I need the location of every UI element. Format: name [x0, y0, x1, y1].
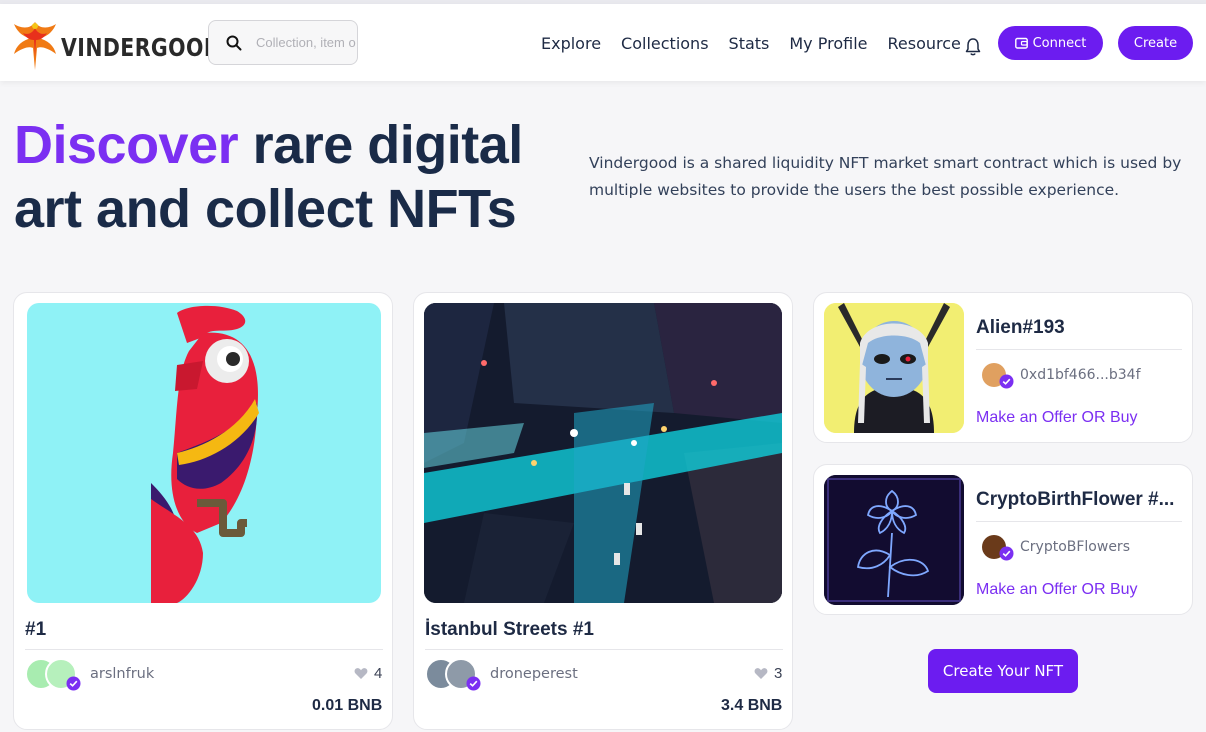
nft-image-istanbul-streets[interactable] [424, 303, 782, 603]
nft-price: 3.4 BNB [721, 697, 783, 714]
main-nav: Explore Collections Stats My Profile Res… [541, 34, 981, 53]
nav-stats[interactable]: Stats [729, 34, 770, 53]
parrot-artwork [151, 305, 259, 603]
likes-count[interactable]: 3 [754, 665, 782, 682]
featured-nft-card[interactable]: Alien#193 0xd1bf466...b34f Make an Offer… [813, 292, 1193, 443]
verified-badge-icon [466, 676, 481, 691]
likes-value: 3 [774, 665, 783, 682]
create-your-nft-button[interactable]: Create Your NFT [928, 649, 1078, 693]
connect-label: Connect [1032, 35, 1087, 51]
bell-icon[interactable] [964, 37, 982, 57]
wallet-icon [1014, 37, 1028, 49]
alien-artwork [824, 303, 964, 433]
card-divider [425, 649, 783, 650]
nav-collections[interactable]: Collections [621, 34, 708, 53]
hero-description: Vindergood is a shared liquidity NFT mar… [589, 154, 1182, 199]
nav-explore[interactable]: Explore [541, 34, 601, 53]
nft-title[interactable]: CryptoBirthFlower #... [976, 489, 1186, 511]
owner-name[interactable]: droneperest [490, 666, 578, 682]
search-input[interactable] [256, 35, 356, 50]
phoenix-logo-icon [14, 22, 56, 70]
hero-title: Discover rare digital art and collect NF… [14, 113, 574, 241]
nft-image-alien[interactable] [824, 303, 964, 433]
hero-title-accent: Discover [14, 115, 239, 175]
verified-badge-icon [999, 546, 1014, 561]
make-offer-link[interactable]: Make an Offer OR Buy [976, 581, 1138, 599]
nft-title[interactable]: İstanbul Streets #1 [425, 619, 594, 641]
card-divider [976, 349, 1182, 350]
likes-value: 4 [374, 665, 383, 682]
nav-resource[interactable]: Resource [887, 34, 960, 53]
nft-title[interactable]: Alien#193 [976, 317, 1186, 339]
featured-nft-card[interactable]: CryptoBirthFlower #... CryptoBFlowers Ma… [813, 464, 1193, 615]
make-offer-link[interactable]: Make an Offer OR Buy [976, 409, 1138, 427]
nft-title[interactable]: #1 [25, 619, 46, 641]
site-header: VINDERGOOD Explore Collections Stats My … [0, 4, 1206, 81]
heart-icon [354, 668, 368, 679]
likes-count[interactable]: 4 [354, 665, 382, 682]
verified-badge-icon [999, 374, 1014, 389]
city-aerial-artwork [424, 303, 782, 603]
connect-wallet-button[interactable]: Connect [998, 26, 1103, 60]
nft-image-crypto-birth-flower[interactable] [824, 475, 964, 605]
owner-name[interactable]: CryptoBFlowers [1020, 539, 1130, 555]
owner-address[interactable]: 0xd1bf466...b34f [1020, 367, 1141, 383]
card-divider [25, 649, 383, 650]
nft-card[interactable]: İstanbul Streets #1 droneperest 3 3.4 BN… [413, 292, 793, 730]
search-box[interactable] [208, 20, 358, 65]
card-divider [976, 521, 1182, 522]
heart-icon [754, 668, 768, 679]
create-button[interactable]: Create [1118, 26, 1193, 60]
search-icon [226, 35, 242, 50]
verified-badge-icon [66, 676, 81, 691]
neon-flower-artwork [824, 475, 964, 605]
nft-price: 0.01 BNB [312, 697, 383, 714]
brand-name: VINDERGOOD [61, 32, 222, 62]
nft-image-parrot[interactable] [27, 303, 381, 603]
nav-my-profile[interactable]: My Profile [789, 34, 867, 53]
owner-name[interactable]: arslnfruk [90, 666, 154, 682]
nft-card[interactable]: #1 arslnfruk 4 0.01 BNB [13, 292, 393, 730]
